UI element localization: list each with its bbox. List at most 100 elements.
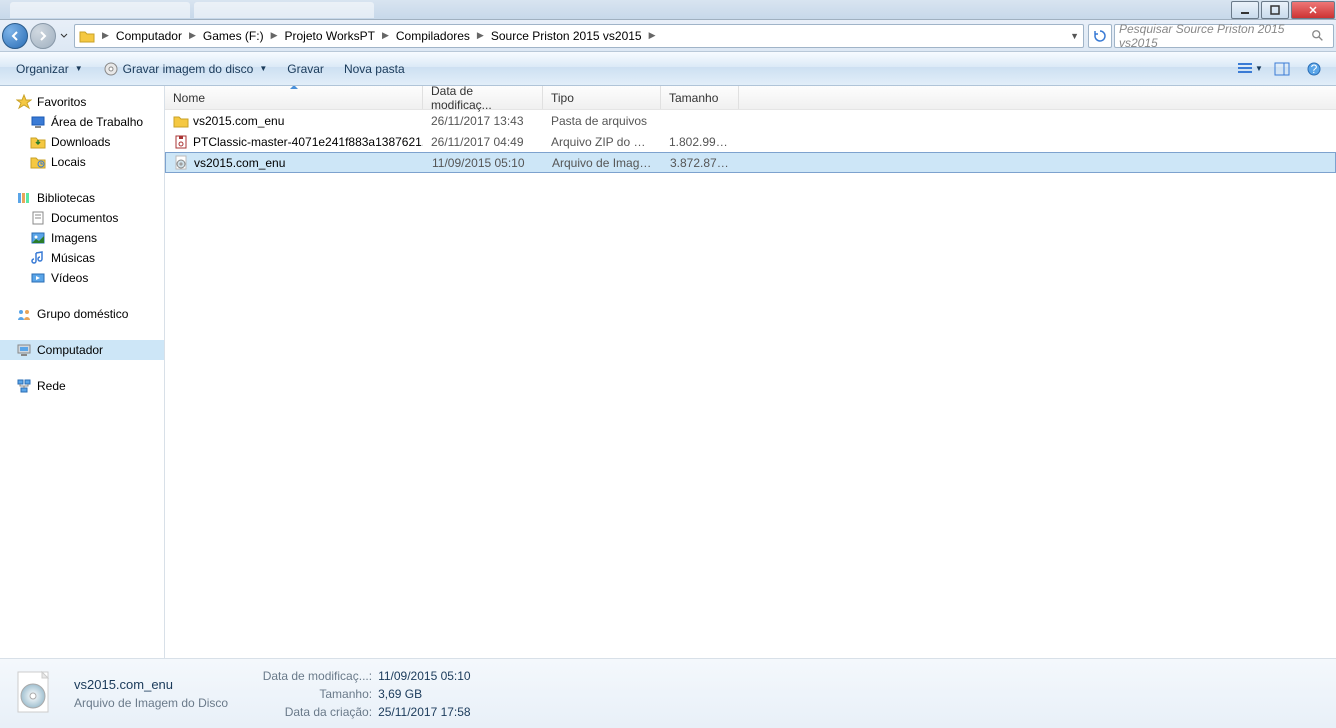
- maximize-button[interactable]: [1261, 1, 1289, 19]
- breadcrumb[interactable]: ▶ Computador ▶ Games (F:) ▶ Projeto Work…: [74, 24, 1084, 48]
- breadcrumb-item[interactable]: Games (F:): [199, 25, 268, 47]
- title-bar: [0, 0, 1336, 20]
- details-meta-label: Data de modificaç...:: [252, 669, 372, 683]
- details-meta-value: 3,69 GB: [378, 687, 422, 701]
- chevron-right-icon[interactable]: ▶: [379, 25, 392, 47]
- folder-icon: [173, 113, 189, 129]
- refresh-button[interactable]: [1088, 24, 1112, 48]
- file-date: 11/09/2015 05:10: [424, 156, 544, 170]
- file-name: PTClassic-master-4071e241f883a1387621...: [193, 135, 423, 149]
- details-meta-value: 11/09/2015 05:10: [378, 669, 471, 683]
- toolbar: Organizar▼ Gravar imagem do disco▼ Grava…: [0, 52, 1336, 86]
- recent-icon: [30, 154, 46, 170]
- file-size: 1.802.996 KB: [661, 135, 739, 149]
- address-bar: ▶ Computador ▶ Games (F:) ▶ Projeto Work…: [0, 20, 1336, 52]
- help-button[interactable]: ?: [1300, 57, 1328, 81]
- sidebar-homegroup-heading[interactable]: Grupo doméstico: [0, 304, 164, 324]
- breadcrumb-item[interactable]: Source Priston 2015 vs2015: [487, 25, 646, 47]
- chevron-right-icon[interactable]: ▶: [646, 25, 659, 47]
- sidebar-libraries-heading[interactable]: Bibliotecas: [0, 188, 164, 208]
- file-name: vs2015.com_enu: [194, 156, 285, 170]
- details-name: vs2015.com_enu: [74, 677, 228, 692]
- column-date[interactable]: Data de modificaç...: [423, 86, 543, 109]
- forward-button[interactable]: [30, 23, 56, 49]
- browser-tab-strip: [0, 0, 374, 20]
- file-type: Arquivo de Image...: [544, 156, 662, 170]
- sidebar-network-heading[interactable]: Rede: [0, 376, 164, 396]
- chevron-down-icon: ▼: [1255, 64, 1263, 73]
- column-size[interactable]: Tamanho: [661, 86, 739, 109]
- chevron-down-icon: ▼: [259, 64, 267, 73]
- sidebar-favorites-heading[interactable]: Favoritos: [0, 92, 164, 112]
- column-name[interactable]: Nome: [165, 86, 423, 109]
- window-controls: [1230, 1, 1336, 19]
- sidebar-item-images[interactable]: Imagens: [0, 228, 164, 248]
- chevron-right-icon[interactable]: ▶: [186, 25, 199, 47]
- disc-image-icon: [12, 670, 60, 718]
- organize-button[interactable]: Organizar▼: [8, 57, 91, 81]
- zip-icon: [173, 134, 189, 150]
- column-type[interactable]: Tipo: [543, 86, 661, 109]
- chevron-right-icon[interactable]: ▶: [99, 25, 112, 47]
- search-placeholder: Pesquisar Source Priston 2015 vs2015: [1119, 22, 1311, 50]
- file-type: Pasta de arquivos: [543, 114, 661, 128]
- chevron-right-icon[interactable]: ▶: [474, 25, 487, 47]
- sidebar-item-desktop[interactable]: Área de Trabalho: [0, 112, 164, 132]
- chevron-down-icon[interactable]: ▼: [1068, 29, 1081, 43]
- chevron-right-icon[interactable]: ▶: [268, 25, 281, 47]
- sidebar-item-recent[interactable]: Locais: [0, 152, 164, 172]
- documents-icon: [30, 210, 46, 226]
- iso-icon: [174, 155, 190, 171]
- details-meta-label: Tamanho:: [252, 687, 372, 701]
- desktop-icon: [30, 114, 46, 130]
- images-icon: [30, 230, 46, 246]
- minimize-button[interactable]: [1231, 1, 1259, 19]
- breadcrumb-item[interactable]: Computador: [112, 25, 186, 47]
- downloads-icon: [30, 134, 46, 150]
- sidebar-item-downloads[interactable]: Downloads: [0, 132, 164, 152]
- explorer-window: ▶ Computador ▶ Games (F:) ▶ Projeto Work…: [0, 0, 1336, 728]
- sidebar: Favoritos Área de Trabalho Downloads Loc…: [0, 86, 165, 658]
- file-row[interactable]: vs2015.com_enu 11/09/2015 05:10Arquivo de…: [165, 152, 1336, 173]
- nav-history-dropdown[interactable]: [58, 25, 70, 47]
- file-size: 3.872.876 KB: [662, 156, 740, 170]
- browser-tab[interactable]: [194, 2, 374, 18]
- column-headers: Nome Data de modificaç... Tipo Tamanho: [165, 86, 1336, 110]
- sidebar-item-videos[interactable]: Vídeos: [0, 268, 164, 288]
- browser-tab[interactable]: [10, 2, 190, 18]
- details-meta-row: Data de modificaç...: 11/09/2015 05:10: [252, 669, 471, 683]
- new-folder-button[interactable]: Nova pasta: [336, 57, 413, 81]
- search-input[interactable]: Pesquisar Source Priston 2015 vs2015: [1114, 24, 1334, 48]
- record-button[interactable]: Gravar: [279, 57, 332, 81]
- file-row[interactable]: vs2015.com_enu 26/11/2017 13:43Pasta de a…: [165, 110, 1336, 131]
- computer-icon: [16, 342, 32, 358]
- homegroup-icon: [16, 306, 32, 322]
- chevron-down-icon: ▼: [75, 64, 83, 73]
- details-type: Arquivo de Imagem do Disco: [74, 696, 228, 710]
- view-mode-button[interactable]: ▼: [1236, 57, 1264, 81]
- search-icon: [1311, 29, 1325, 43]
- close-button[interactable]: [1291, 1, 1335, 19]
- file-rows: vs2015.com_enu 26/11/2017 13:43Pasta de a…: [165, 110, 1336, 658]
- breadcrumb-item[interactable]: Compiladores: [392, 25, 474, 47]
- svg-text:?: ?: [1311, 62, 1318, 76]
- sidebar-item-documents[interactable]: Documentos: [0, 208, 164, 228]
- burn-image-button[interactable]: Gravar imagem do disco▼: [95, 57, 276, 81]
- details-pane: vs2015.com_enu Arquivo de Imagem do Disc…: [0, 658, 1336, 728]
- sidebar-computer-heading[interactable]: Computador: [0, 340, 164, 360]
- star-icon: [16, 94, 32, 110]
- sidebar-item-music[interactable]: Músicas: [0, 248, 164, 268]
- folder-icon: [77, 26, 97, 46]
- back-button[interactable]: [2, 23, 28, 49]
- details-meta-row: Tamanho: 3,69 GB: [252, 687, 471, 701]
- videos-icon: [30, 270, 46, 286]
- file-type: Arquivo ZIP do Wi...: [543, 135, 661, 149]
- file-list-area: Nome Data de modificaç... Tipo Tamanho v…: [165, 86, 1336, 658]
- main-area: Favoritos Área de Trabalho Downloads Loc…: [0, 86, 1336, 658]
- library-icon: [16, 190, 32, 206]
- file-date: 26/11/2017 13:43: [423, 114, 543, 128]
- preview-pane-button[interactable]: [1268, 57, 1296, 81]
- file-row[interactable]: PTClassic-master-4071e241f883a1387621...…: [165, 131, 1336, 152]
- breadcrumb-item[interactable]: Projeto WorksPT: [280, 25, 378, 47]
- file-name: vs2015.com_enu: [193, 114, 284, 128]
